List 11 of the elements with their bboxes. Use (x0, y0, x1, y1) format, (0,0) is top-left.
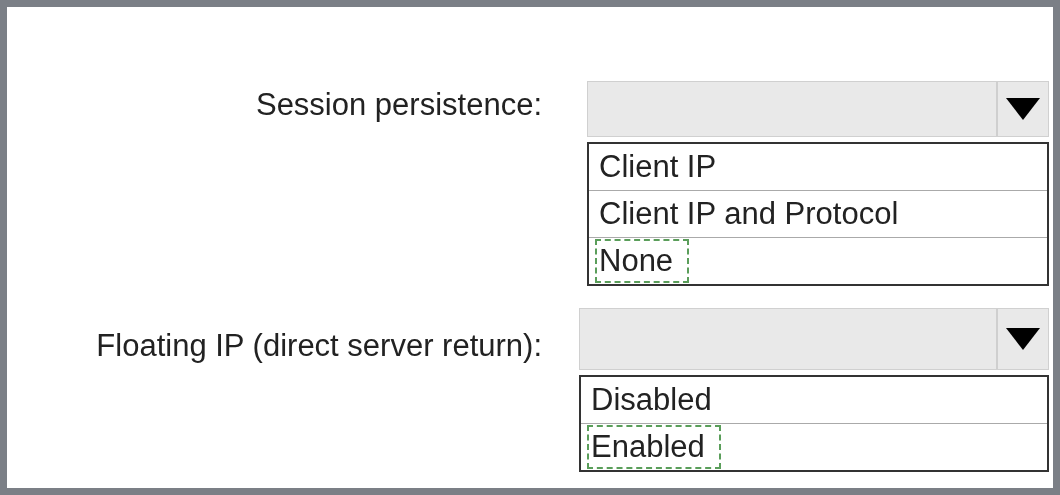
dropdown[interactable] (587, 81, 1049, 137)
list-option[interactable]: Client IP and Protocol (595, 192, 915, 236)
list-option[interactable]: Client IP (595, 145, 733, 189)
field-label: Session persistence: (254, 86, 543, 123)
list-option[interactable]: None (595, 239, 690, 283)
caret-icon (1006, 98, 1040, 120)
field-label: Floating IP (direct server return): (95, 327, 543, 364)
caret-icon (1006, 328, 1040, 350)
list-option[interactable]: Enabled (587, 425, 721, 469)
dropdown[interactable] (579, 308, 1049, 370)
list-option[interactable]: Disabled (587, 378, 728, 422)
